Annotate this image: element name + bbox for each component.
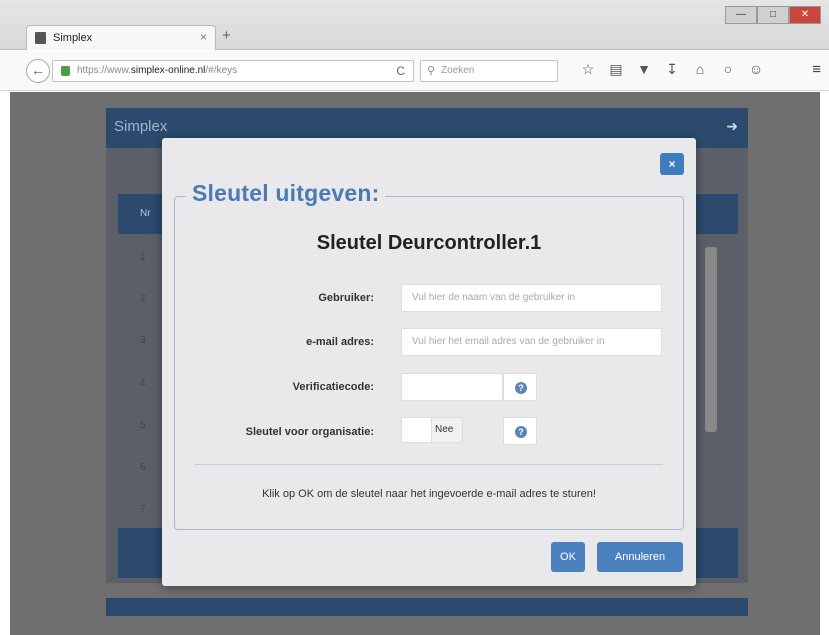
table-row-number: 6 [140, 462, 146, 473]
window-controls: — □ ✕ [725, 6, 821, 24]
divider [195, 464, 663, 465]
toolbar-icons: ☆ ▤ ▼ ↧ ⌂ ○ ☺ [574, 61, 770, 78]
dialog-close-button[interactable]: × [660, 153, 684, 175]
chat-icon[interactable]: ○ [714, 61, 742, 78]
organization-help-button[interactable]: ? [503, 417, 537, 445]
cancel-button[interactable]: Annuleren [597, 542, 683, 572]
tab-close-icon[interactable]: × [200, 30, 207, 44]
verification-code-input[interactable] [401, 373, 503, 401]
pocket-icon[interactable]: ▼ [630, 61, 658, 78]
table-scrollbar [705, 247, 717, 432]
window-close-button[interactable]: ✕ [789, 6, 821, 24]
favicon-icon [35, 32, 46, 44]
table-row-number: 2 [140, 293, 146, 304]
bookmark-star-icon[interactable]: ☆ [574, 61, 602, 78]
download-icon[interactable]: ↧ [658, 61, 686, 78]
tab-strip: Simplex × + — □ ✕ [0, 0, 829, 50]
maximize-button[interactable]: □ [757, 6, 789, 24]
lock-icon [61, 66, 70, 76]
account-icon[interactable]: ☺ [742, 61, 770, 78]
issue-key-dialog: × Sleutel uitgeven: Sleutel Deurcontroll… [162, 138, 696, 586]
table-row-number: 7 [140, 504, 146, 515]
app-footer-bar [106, 598, 748, 616]
url-text: https://www.simplex-online.nl/#/keys [77, 65, 238, 76]
organization-key-toggle[interactable]: Nee [401, 417, 463, 443]
table-row-number: 3 [140, 335, 146, 346]
verification-help-button[interactable]: ? [503, 373, 537, 401]
toggle-knob [402, 418, 432, 442]
question-icon: ? [515, 382, 527, 394]
minimize-button[interactable]: — [725, 6, 757, 24]
info-text: Klik op OK om de sleutel naar het ingevo… [262, 488, 596, 500]
logout-icon[interactable]: ➜ [726, 118, 738, 135]
user-input[interactable]: Vul hier de naam van de gebruiker in [401, 284, 662, 312]
search-bar[interactable]: ⚲ Zoeken [420, 60, 558, 82]
nav-bar: ← https://www.simplex-online.nl/#/keys C… [0, 51, 829, 91]
table-row-number: 1 [140, 252, 146, 263]
new-tab-icon[interactable]: + [222, 27, 231, 44]
question-icon: ? [515, 426, 527, 438]
email-label: e-mail adres: [306, 336, 374, 348]
browser-tab[interactable]: Simplex × [26, 25, 216, 50]
url-bar[interactable]: https://www.simplex-online.nl/#/keys C [52, 60, 414, 82]
toggle-value: Nee [435, 424, 454, 435]
table-row-number: 5 [140, 420, 146, 431]
reload-icon[interactable]: C [396, 64, 405, 78]
organization-key-label: Sleutel voor organisatie: [245, 426, 374, 438]
table-row-number: 4 [140, 378, 146, 389]
search-icon: ⚲ [427, 65, 436, 77]
table-header-nr: Nr [140, 208, 151, 219]
tab-title: Simplex [53, 32, 93, 44]
bookmarks-list-icon[interactable]: ▤ [602, 61, 630, 78]
hamburger-menu-icon[interactable]: ≡ [812, 61, 821, 78]
app-title: Simplex [114, 118, 168, 135]
browser-window: Simplex × + — □ ✕ ← https://www.simplex-… [0, 0, 829, 635]
search-placeholder: Zoeken [441, 65, 475, 76]
back-button[interactable]: ← [26, 59, 50, 83]
user-label: Gebruiker: [318, 292, 374, 304]
verification-code-label: Verificatiecode: [292, 381, 374, 393]
ok-button[interactable]: OK [551, 542, 585, 572]
home-icon[interactable]: ⌂ [686, 61, 714, 78]
email-input[interactable]: Vul hier het email adres van de gebruike… [401, 328, 662, 356]
dialog-legend: Sleutel uitgeven: [186, 180, 386, 207]
key-title: Sleutel Deurcontroller.1 [316, 232, 542, 254]
